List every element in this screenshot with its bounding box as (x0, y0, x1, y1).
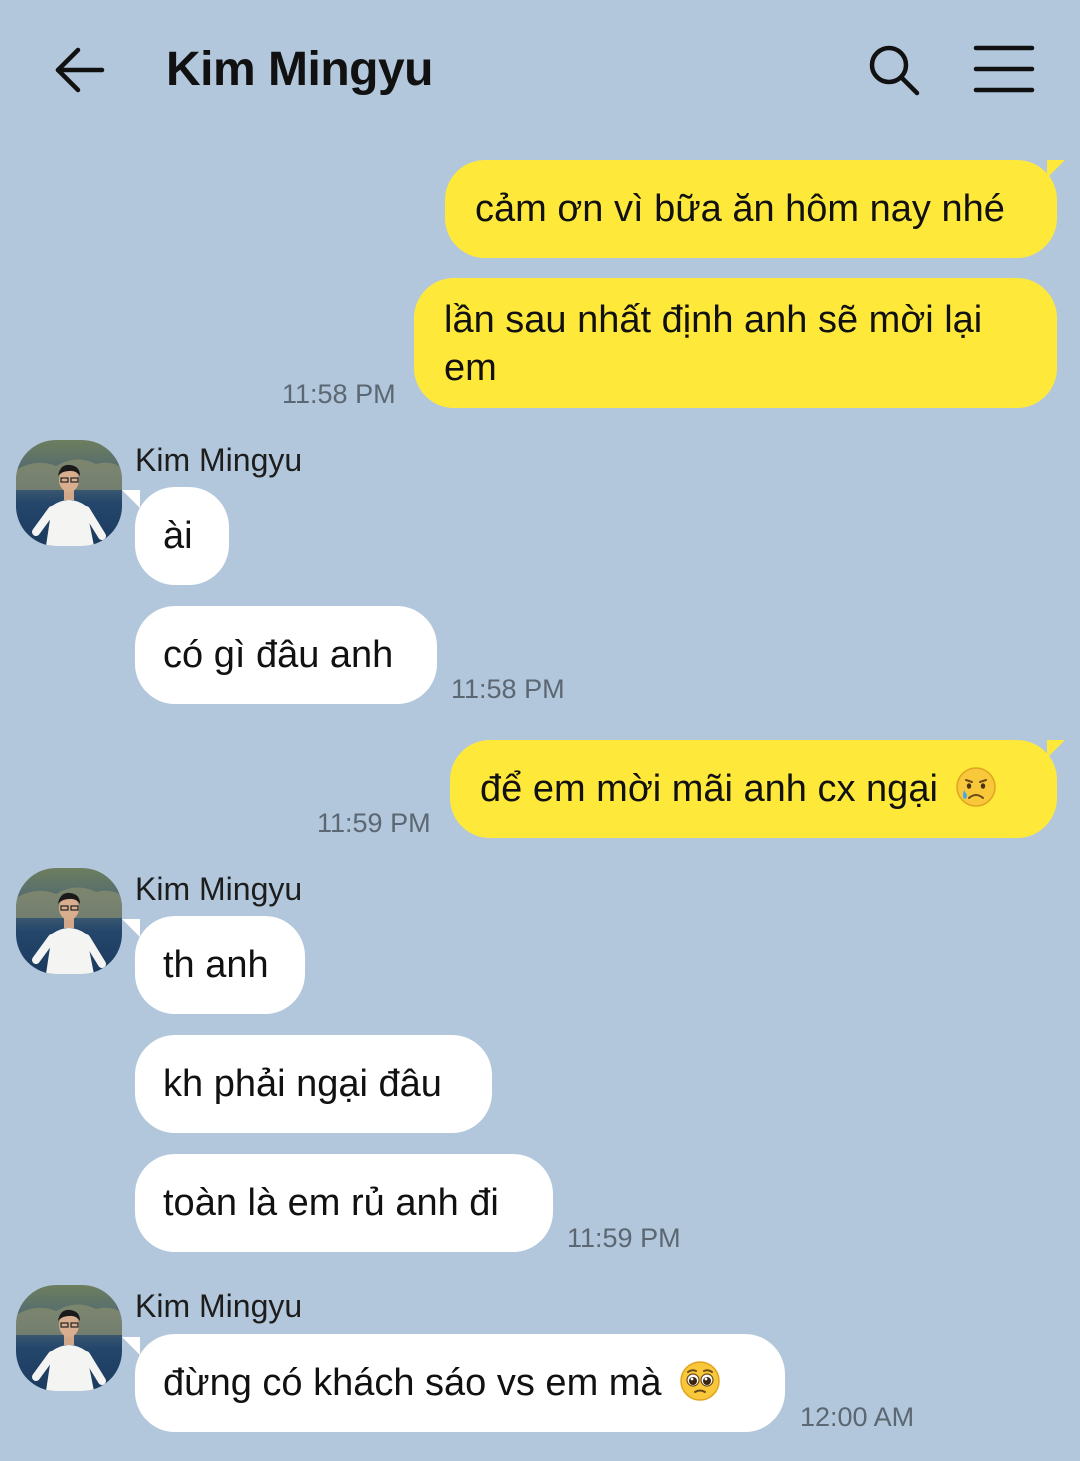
message-timestamp: 12:00 AM (800, 1402, 915, 1432)
bubble-tail (1047, 160, 1065, 178)
avatar[interactable] (16, 440, 122, 546)
message-text: để em mời mãi anh cx ngại (480, 768, 938, 810)
message-bubble-sent[interactable]: cảm ơn vì bữa ăn hôm nay nhé (445, 160, 1057, 258)
bubble-tail (122, 919, 140, 937)
back-button[interactable] (50, 40, 110, 100)
arrow-left-icon (55, 47, 105, 93)
message-text: ài (163, 515, 193, 557)
message-bubble-received[interactable]: toàn là em rủ anh đi (135, 1154, 553, 1252)
menu-button[interactable] (972, 42, 1036, 98)
message-bubble-received[interactable]: có gì đâu anh (135, 606, 437, 704)
message-bubble-received[interactable]: ài (135, 487, 229, 585)
sender-name: Kim Mingyu (135, 871, 303, 907)
message-text: toàn là em rủ anh đi (163, 1182, 499, 1224)
message-bubble-sent[interactable]: lần sau nhất định anh sẽ mời lại em (414, 278, 1057, 408)
sad-tear-emoji-icon (956, 767, 997, 807)
chat-title: Kim Mingyu (166, 43, 434, 96)
message-text-line: em (444, 347, 497, 389)
pleading-face-emoji-icon (680, 1361, 720, 1401)
avatar[interactable] (16, 868, 122, 974)
message-text: th anh (163, 944, 269, 986)
message-bubble-received[interactable]: th anh (135, 916, 305, 1014)
bubble-tail (1047, 740, 1065, 758)
hamburger-menu-icon (973, 45, 1035, 93)
avatar[interactable] (16, 1285, 122, 1391)
message-bubble-received[interactable]: đừng có khách sáo vs em mà (135, 1334, 785, 1432)
message-timestamp: 11:59 PM (567, 1223, 681, 1253)
search-button[interactable] (864, 40, 924, 100)
search-icon (869, 45, 920, 96)
message-text: đừng có khách sáo vs em mà (163, 1362, 662, 1404)
message-bubble-sent[interactable]: để em mời mãi anh cx ngại (450, 740, 1057, 838)
message-text: kh phải ngại đâu (163, 1063, 442, 1105)
bubble-tail (122, 1337, 140, 1355)
chat-header: Kim Mingyu (0, 0, 1080, 140)
bubble-tail (122, 490, 140, 508)
message-text-line: lần sau nhất định anh sẽ mời lại (444, 299, 983, 341)
message-timestamp: 11:58 PM (282, 379, 396, 409)
sender-name: Kim Mingyu (135, 442, 303, 478)
message-timestamp: 11:59 PM (317, 808, 431, 838)
message-timestamp: 11:58 PM (451, 674, 565, 704)
message-text: cảm ơn vì bữa ăn hôm nay nhé (475, 188, 1005, 230)
message-bubble-received[interactable]: kh phải ngại đâu (135, 1035, 492, 1133)
message-text: có gì đâu anh (163, 634, 394, 676)
sender-name: Kim Mingyu (135, 1288, 303, 1324)
